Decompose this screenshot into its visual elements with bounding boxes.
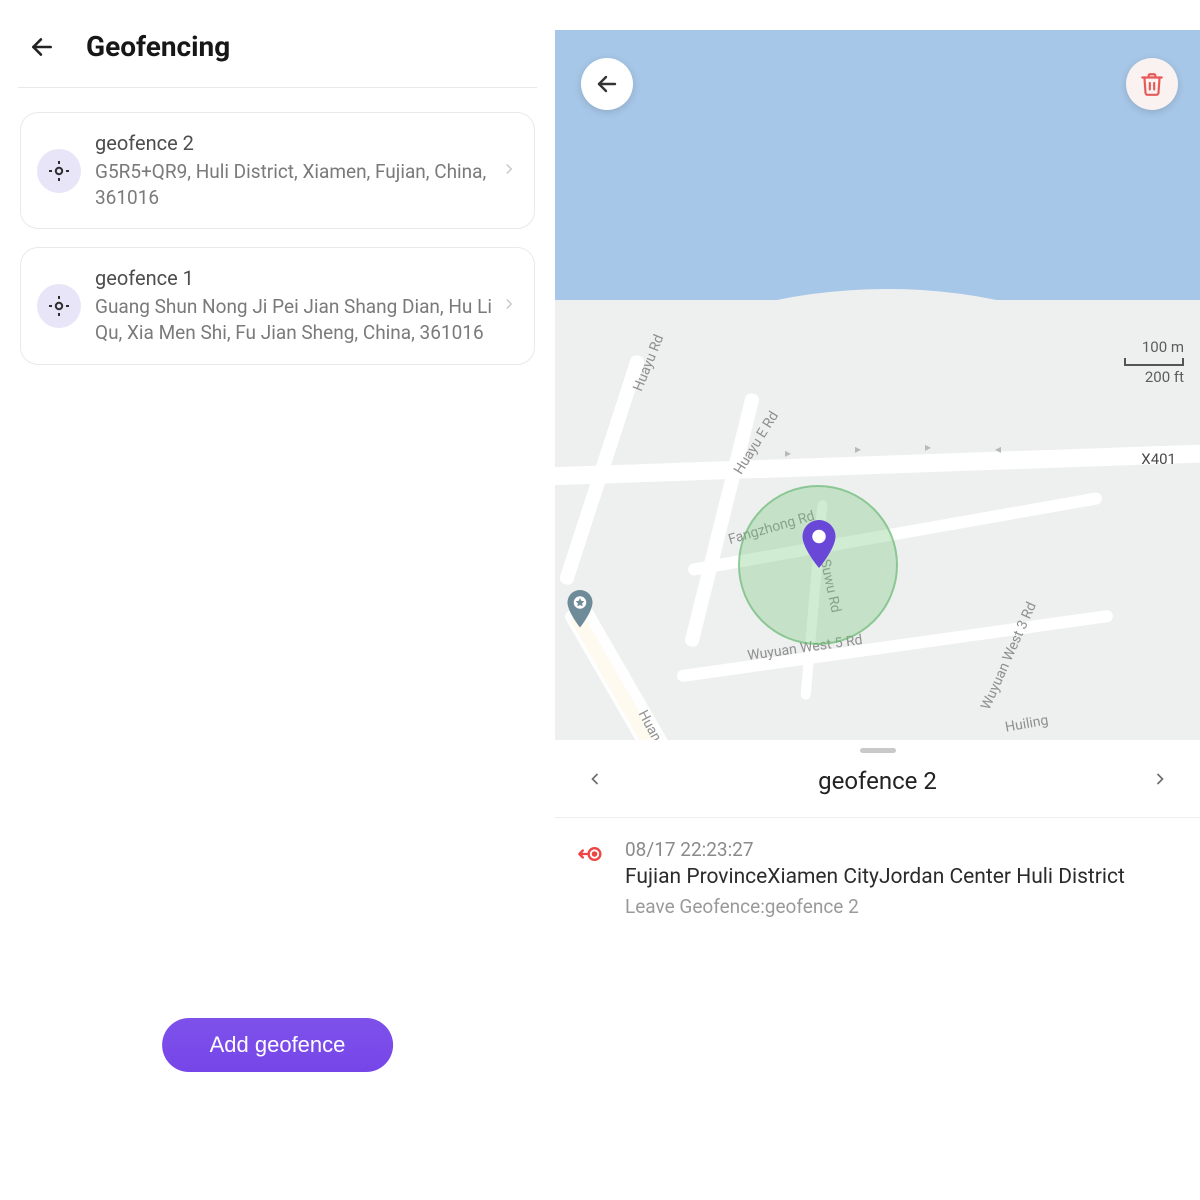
geofence-name: geofence 2	[95, 131, 492, 155]
event-message: Leave Geofence:geofence 2	[625, 895, 1125, 918]
map-scale: 100 m 200 ft	[1124, 338, 1184, 386]
arrow-left-icon	[29, 34, 55, 60]
map-detail-pane: Huayu Rd Huayu E Rd Fangzhong Rd Suwu Rd…	[555, 0, 1200, 1200]
geofence-list: geofence 2 G5R5+QR9, Huli District, Xiam…	[18, 88, 537, 383]
chevron-right-icon	[500, 295, 518, 317]
scale-metric: 100 m	[1124, 338, 1184, 356]
page-title: Geofencing	[86, 30, 230, 63]
arrow-left-icon	[595, 72, 619, 96]
crosshair-icon	[47, 294, 71, 318]
detail-sheet: geofence 2 08/17 22:23:27 Fujian Provinc…	[555, 740, 1200, 938]
map[interactable]: Huayu Rd Huayu E Rd Fangzhong Rd Suwu Rd…	[555, 30, 1200, 740]
event-item: 08/17 22:23:27 Fujian ProvinceXiamen Cit…	[555, 818, 1200, 938]
crosshair-icon	[47, 159, 71, 183]
geofence-item[interactable]: geofence 1 Guang Shun Nong Ji Pei Jian S…	[20, 247, 535, 364]
geofence-item[interactable]: geofence 2 G5R5+QR9, Huli District, Xiam…	[20, 112, 535, 229]
geofence-address: Guang Shun Nong Ji Pei Jian Shang Dian, …	[95, 294, 492, 345]
event-timestamp: 08/17 22:23:27	[625, 838, 1125, 861]
back-button[interactable]	[26, 31, 58, 63]
add-geofence-button[interactable]: Add geofence	[162, 1018, 394, 1072]
map-canvas: Huayu Rd Huayu E Rd Fangzhong Rd Suwu Rd…	[555, 30, 1200, 740]
road-badge: X401	[1141, 450, 1176, 468]
geofence-name: geofence 1	[95, 266, 492, 290]
poi-pin-icon	[565, 590, 595, 634]
leave-geofence-icon	[577, 840, 607, 870]
drag-handle[interactable]	[860, 748, 896, 753]
scale-imperial: 200 ft	[1124, 368, 1184, 386]
event-location: Fujian ProvinceXiamen CityJordan Center …	[625, 865, 1125, 889]
prev-geofence-button[interactable]	[575, 763, 615, 799]
geofence-address: G5R5+QR9, Huli District, Xiamen, Fujian,…	[95, 159, 492, 210]
chevron-right-icon	[500, 160, 518, 182]
location-target-icon	[37, 149, 81, 193]
geofence-list-pane: Geofencing geofence 2 G5R5+QR9, Huli Dis…	[0, 0, 555, 1200]
trash-icon	[1139, 71, 1165, 97]
detail-title: geofence 2	[818, 767, 937, 795]
location-target-icon	[37, 284, 81, 328]
header: Geofencing	[18, 30, 537, 88]
next-geofence-button[interactable]	[1140, 763, 1180, 799]
delete-button[interactable]	[1126, 58, 1178, 110]
map-pin-icon	[800, 520, 838, 572]
map-back-button[interactable]	[581, 58, 633, 110]
